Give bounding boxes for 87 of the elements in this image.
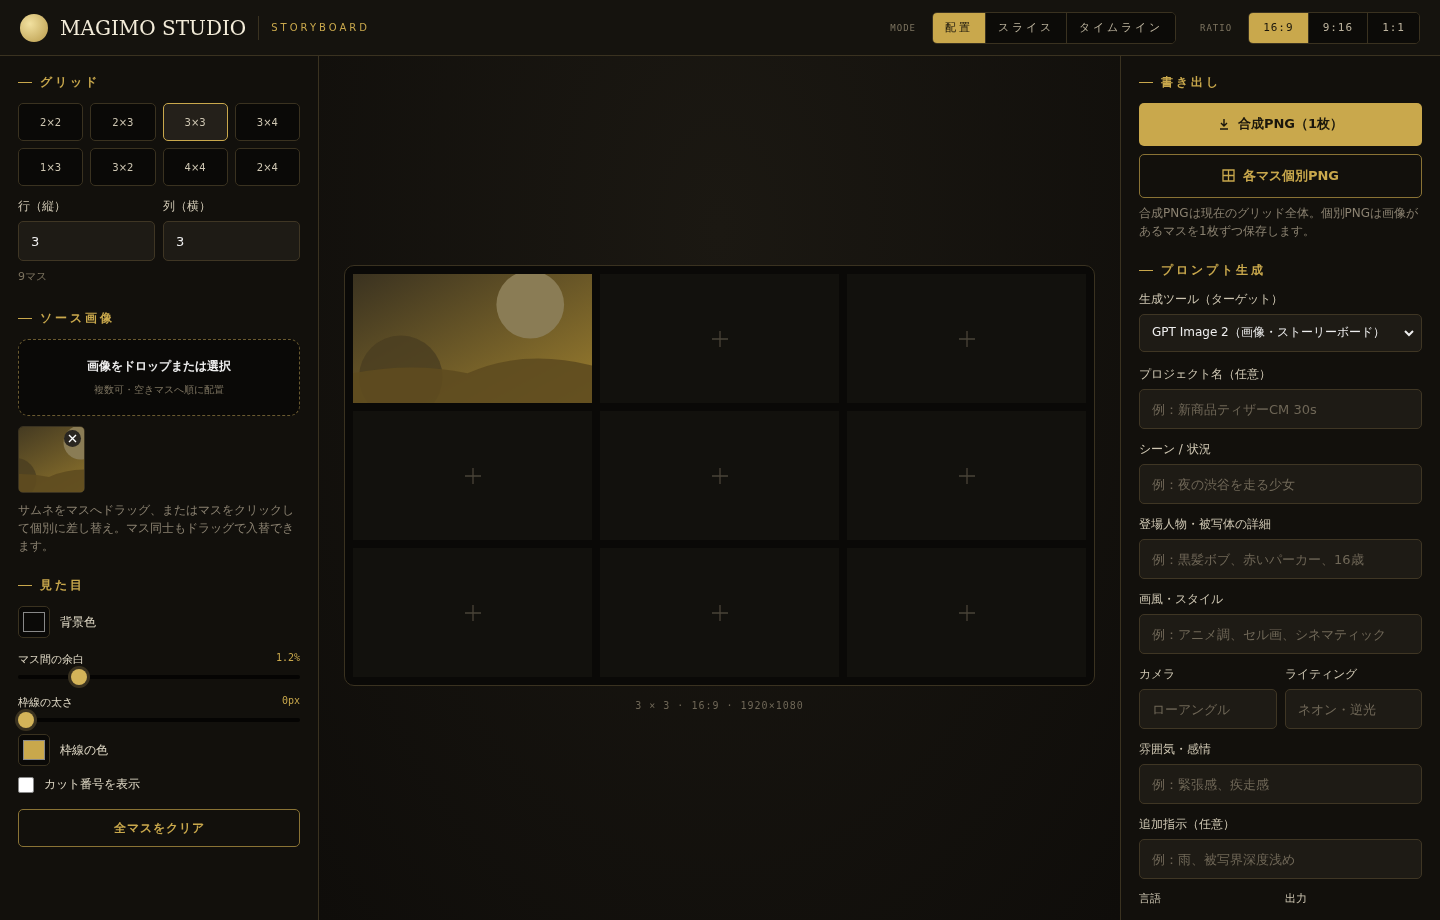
grid-preset-button[interactable]: 2×2 <box>18 103 84 141</box>
logo-icon <box>20 13 48 42</box>
grid-preset-button[interactable]: 2×3 <box>90 103 156 141</box>
section-title: 書き出し <box>1161 74 1221 91</box>
plus-icon <box>711 467 728 484</box>
plus-icon <box>958 467 975 484</box>
field-label: 行（縦） <box>18 198 67 215</box>
mode-tab[interactable]: スライス <box>986 12 1068 43</box>
input-field[interactable]: 例：新商品ティザーCM 30s <box>1139 389 1422 429</box>
grid-preset-button[interactable]: 2×4 <box>234 148 300 186</box>
color-swatch[interactable] <box>18 606 50 638</box>
rows-field[interactable]: 3 <box>18 221 155 261</box>
ratio-label: RATIO <box>1200 22 1233 33</box>
plus-icon <box>711 604 728 621</box>
section-title: ソース画像 <box>40 310 115 327</box>
field-label: 列（横） <box>163 198 212 215</box>
input-field[interactable]: 例：雨、被写界深度浅め <box>1139 839 1422 879</box>
section-title: グリッド <box>40 74 100 91</box>
field-label: 言語 <box>1139 891 1162 906</box>
ratio-tab[interactable]: 16:9 <box>1249 12 1309 43</box>
input-field[interactable]: 例：緊張感、疾走感 <box>1139 764 1422 804</box>
grid-preset-button[interactable]: 1×3 <box>18 148 84 186</box>
grid-caption: 3 × 3 · 16:9 · 1920×1080 <box>635 700 804 711</box>
ratio-tab[interactable]: 9:16 <box>1308 12 1369 43</box>
app-subtitle: STORYBOARD <box>271 22 370 33</box>
storyboard-cell[interactable] <box>600 274 839 403</box>
storyboard-cell[interactable] <box>353 548 592 677</box>
swatch-label: 枠線の色 <box>60 741 108 759</box>
field-label: 出力 <box>1284 891 1308 906</box>
download-icon <box>1217 118 1230 131</box>
input-field[interactable]: 例：夜の渋谷を走る少女 <box>1139 464 1422 504</box>
columns-field[interactable]: 3 <box>163 221 300 261</box>
source-thumbnail[interactable] <box>18 426 85 493</box>
storyboard-cell[interactable] <box>353 411 592 540</box>
input-field[interactable]: 例：アニメ調、セル画、シネマティック <box>1139 614 1422 654</box>
storyboard-cell[interactable] <box>847 411 1086 540</box>
swatch-label: 背景色 <box>60 613 96 631</box>
cell-count: 9マス <box>18 269 48 284</box>
field-label: 生成ツール（ターゲット） <box>1139 290 1284 308</box>
grid-icon <box>1221 169 1235 183</box>
slider-label: 枠線の太さ <box>18 695 73 710</box>
slider-label: マス間の余白 <box>18 652 84 667</box>
plus-icon <box>958 330 975 347</box>
plus-icon <box>464 467 481 484</box>
help-text: 合成PNGは現在のグリッド全体。個別PNGは画像があるマスを1枚ずつ保存します。 <box>1139 204 1420 240</box>
field-label: プロジェクト名（任意） <box>1139 366 1272 383</box>
grid-preset-button[interactable]: 3×4 <box>234 103 300 141</box>
mode-tab[interactable]: 配置 <box>933 12 987 43</box>
input-field[interactable]: ローアングル <box>1139 689 1277 729</box>
storyboard-cell[interactable] <box>600 548 839 677</box>
ratio-tab[interactable]: 1:1 <box>1368 12 1419 43</box>
field-label: ライティング <box>1284 666 1358 683</box>
grid-preset-button[interactable]: 3×2 <box>90 148 156 186</box>
field-label: 追加指示（任意） <box>1139 816 1236 833</box>
storyboard-cell[interactable] <box>600 411 839 540</box>
field-label: シーン / 状況 <box>1139 441 1212 458</box>
export-png-button[interactable]: 合成PNG（1枚） <box>1139 103 1422 146</box>
storyboard-cell[interactable] <box>847 548 1086 677</box>
export-cells-button[interactable]: 各マス個別PNG <box>1139 153 1422 198</box>
mode-label: MODE <box>890 22 917 33</box>
field-label: 画風・スタイル <box>1139 591 1224 608</box>
slider-value: 1.2% <box>275 652 300 665</box>
slider-value: 0px <box>281 695 300 708</box>
field-label: 登場人物・被写体の詳細 <box>1139 516 1272 533</box>
grid-preset-button[interactable]: 4×4 <box>162 148 228 186</box>
drop-zone[interactable]: 画像をドロップまたは選択 複数可・空きマスへ順に配置 <box>18 339 300 416</box>
plus-icon <box>958 604 975 621</box>
input-field[interactable]: ネオン・逆光 <box>1284 689 1422 729</box>
help-text: サムネをマスへドラッグ、またはマスをクリックして個別に差し替え。マス同士もドラッグで入替できます。 <box>18 502 295 555</box>
color-swatch[interactable] <box>18 734 50 766</box>
mode-tab[interactable]: タイムライン <box>1067 12 1176 43</box>
section-title: 見た目 <box>40 577 85 594</box>
clear-button[interactable]: 全マスをクリア <box>18 809 300 847</box>
border-slider[interactable] <box>18 710 300 730</box>
input-field[interactable]: 例：黒髪ボブ、赤いパーカー、16歳 <box>1139 539 1422 579</box>
gap-slider[interactable] <box>18 667 300 687</box>
storyboard-cell[interactable] <box>847 274 1086 403</box>
grid-preset-button[interactable]: 3×3 <box>162 103 228 141</box>
plus-icon <box>711 330 728 347</box>
checkbox-label: カット番号を表示 <box>44 776 140 793</box>
brand-name: MAGIMO STUDIO <box>60 15 260 40</box>
checkbox[interactable] <box>18 776 34 793</box>
field-label: カメラ <box>1139 666 1176 683</box>
field-label: 雰囲気・感情 <box>1139 741 1212 758</box>
section-title: プロンプト生成 <box>1161 261 1266 279</box>
plus-icon <box>464 604 481 621</box>
tool-select[interactable]: GPT Image 2（画像・ストーリーボード） <box>1139 313 1422 352</box>
